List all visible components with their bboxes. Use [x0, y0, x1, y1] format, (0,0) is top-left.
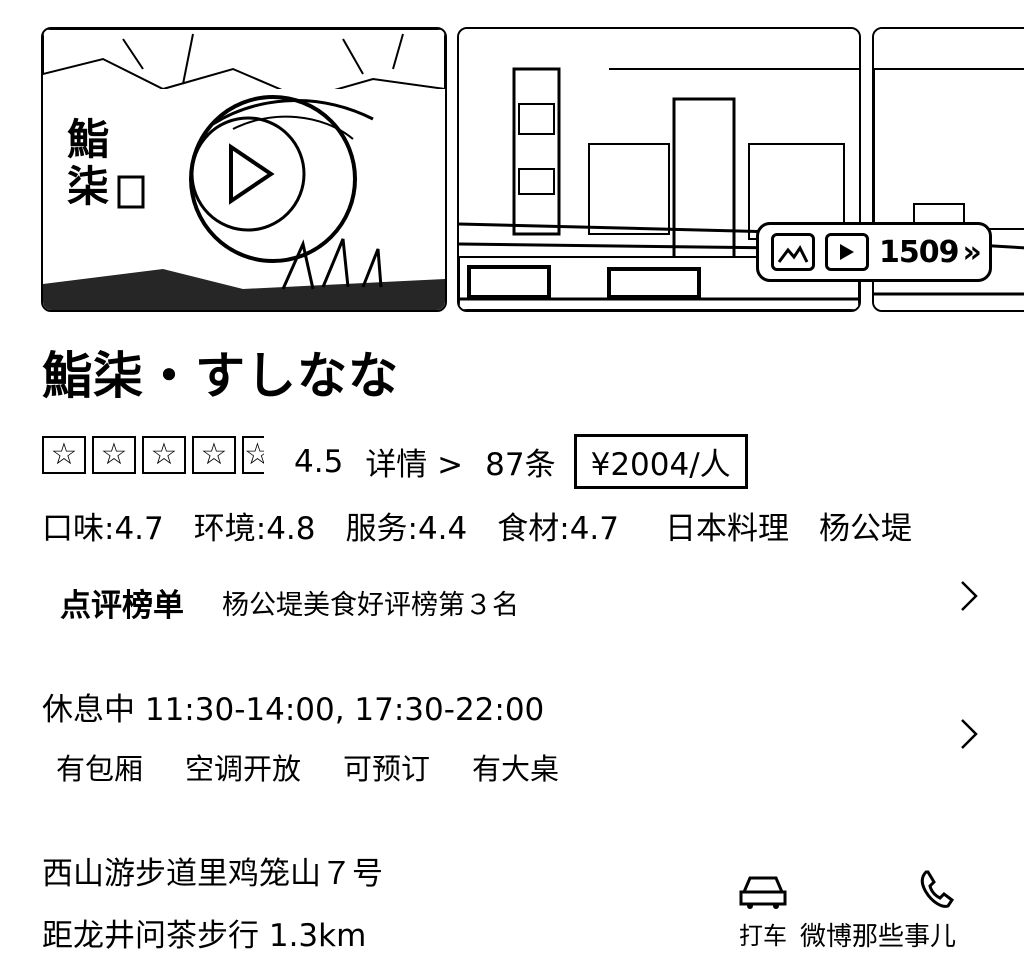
chevron-right-icon[interactable]	[958, 578, 980, 623]
media-count: 1509	[879, 234, 959, 270]
media-count-badge[interactable]: 1509 »	[756, 222, 992, 282]
gallery-photo-1[interactable]: 鮨 柒	[41, 27, 447, 312]
taxi-label: 打车	[739, 922, 787, 950]
sign-text-2: 柒	[67, 162, 109, 211]
score-environment: 环境:4.8	[193, 511, 316, 547]
video-icon	[825, 233, 869, 271]
tag-air-conditioning: 空调开放	[185, 752, 302, 786]
tag-private-room: 有包厢	[56, 752, 144, 786]
ranking-title: 点评榜单	[60, 588, 184, 624]
storefront-photo: 鮨 柒	[43, 29, 445, 310]
price-per-person: ¥2004/人	[573, 434, 748, 489]
phone-icon	[920, 870, 955, 908]
area[interactable]: 杨公堤	[819, 503, 912, 548]
restaurant-name: 鮨柒・すしなな	[42, 347, 399, 405]
star-icon: ☆	[142, 436, 186, 474]
image-icon	[771, 233, 815, 271]
cuisine[interactable]: 日本料理	[665, 503, 789, 548]
tag-large-table: 有大桌	[472, 752, 560, 786]
star-rating: ☆ ☆ ☆ ☆ ☆	[42, 436, 270, 474]
chevron-right-icon: »	[962, 234, 982, 270]
chevron-right-icon[interactable]	[958, 716, 980, 761]
opening-hours: 休息中 11:30-14:00, 17:30-22:00	[42, 692, 545, 728]
sub-scores: 口味:4.7 环境:4.8 服务:4.4 食材:4.7 日本料理 杨公堤	[42, 503, 912, 548]
rating-row: 4.5 详情 > 87条 ¥2004/人	[294, 434, 770, 489]
ranking-row[interactable]: 点评榜单 杨公堤美食好评榜第３名	[60, 580, 519, 625]
review-count[interactable]: 87条	[485, 439, 555, 484]
star-icon: ☆	[192, 436, 236, 474]
star-icon: ☆	[92, 436, 136, 474]
sign-text-1: 鮨	[67, 115, 109, 164]
details-link[interactable]: 详情 >	[365, 439, 463, 484]
score-ingredients: 食材:4.7	[497, 511, 619, 547]
taxi-button[interactable]: 打车	[738, 870, 788, 951]
score-service: 服务:4.4	[345, 511, 468, 547]
address[interactable]: 西山游步道里鸡笼山７号	[42, 848, 383, 893]
car-icon	[739, 876, 787, 909]
star-icon: ☆	[42, 436, 86, 474]
call-button[interactable]	[916, 868, 960, 918]
rating-score: 4.5	[294, 443, 344, 480]
ranking-text: 杨公堤美食好评榜第３名	[222, 590, 519, 621]
half-star-icon: ☆	[242, 436, 264, 474]
facility-tags: 有包厢 空调开放 可预订 有大桌	[56, 746, 601, 788]
tag-reservation: 可预订	[343, 752, 431, 786]
score-taste: 口味:4.7	[42, 511, 164, 547]
distance: 距龙井问茶步行 1.3km	[42, 918, 367, 954]
watermark: 微博那些事儿	[800, 922, 957, 952]
